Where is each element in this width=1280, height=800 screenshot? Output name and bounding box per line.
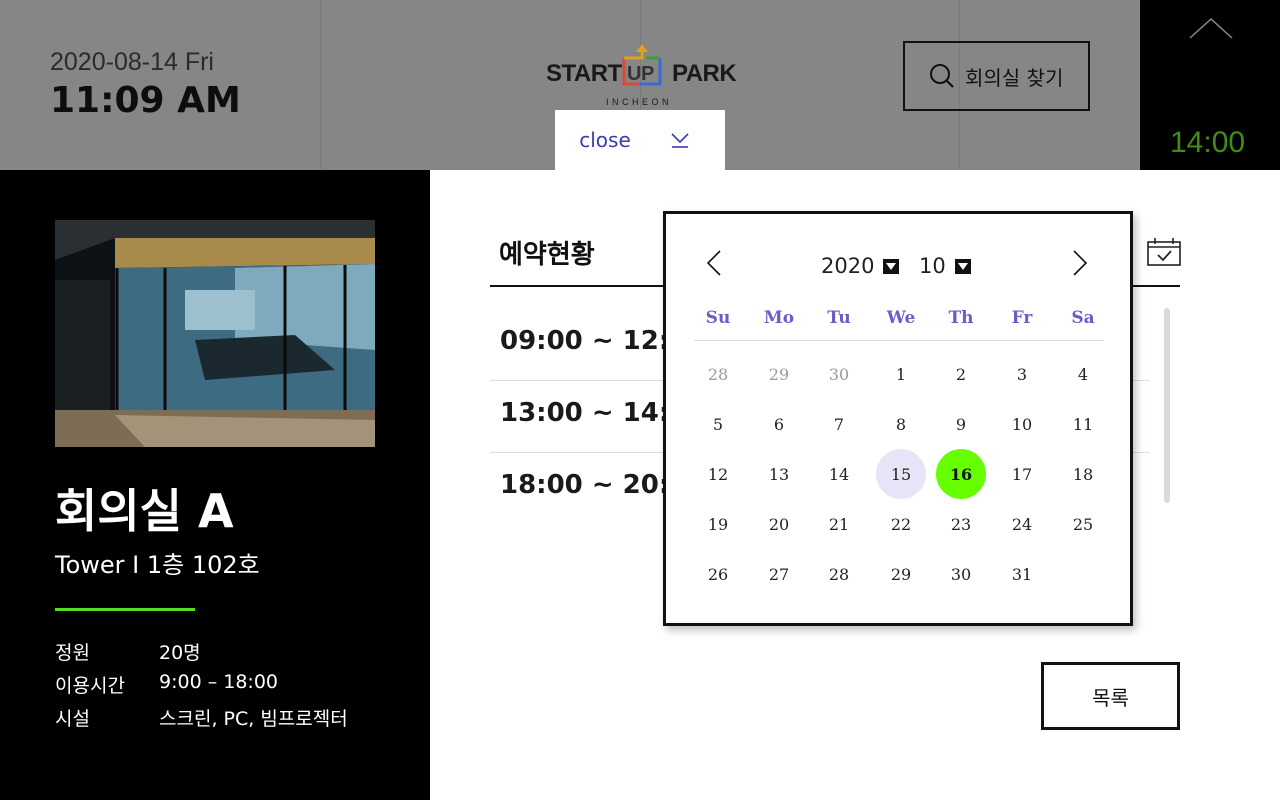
calendar-day[interactable]: 18 bbox=[1058, 449, 1108, 499]
calendar-day[interactable]: 13 bbox=[754, 449, 804, 499]
weekday-label: Th bbox=[948, 308, 974, 328]
weekday-label: Mo bbox=[763, 308, 795, 328]
calendar-day[interactable]: 21 bbox=[814, 499, 864, 549]
calendar-check-icon[interactable] bbox=[1147, 238, 1181, 266]
calendar-day[interactable]: 14 bbox=[814, 449, 864, 499]
caret-down-icon bbox=[954, 258, 971, 274]
calendar-day[interactable]: 22 bbox=[876, 499, 926, 549]
calendar-day[interactable]: 2 bbox=[936, 349, 986, 399]
room-photo bbox=[55, 220, 375, 447]
calendar-day[interactable]: 10 bbox=[997, 399, 1047, 449]
logo-subtitle: INCHEON bbox=[606, 97, 673, 107]
info-value: 9:00 – 18:00 bbox=[159, 671, 279, 693]
chevron-down-icon bbox=[671, 133, 689, 148]
calendar-divider bbox=[694, 340, 1104, 341]
reservation-title: 예약현황 bbox=[499, 240, 595, 270]
meeting-room-image bbox=[55, 220, 375, 447]
calendar-day[interactable]: 28 bbox=[814, 549, 864, 599]
room-location: Tower I 1층 102호 bbox=[55, 551, 260, 579]
month-select[interactable]: 10 bbox=[919, 254, 971, 278]
logo-word-up: UP bbox=[627, 63, 654, 85]
header: 2020-08-14 Fri 11:09 AM START UP PARK IN… bbox=[0, 0, 1140, 170]
find-room-label: 회의실 찾기 bbox=[965, 65, 1064, 90]
reservation-slot[interactable]: 18:00 ~ 20: bbox=[500, 470, 669, 500]
date-picker: 2020 10 Su Mo Tu We Th Fr Sa 28 29 30 1 2 3 4 5 6 7 8 9 10… bbox=[663, 211, 1133, 626]
calendar-day[interactable]: 8 bbox=[876, 399, 926, 449]
calendar-day[interactable]: 29 bbox=[876, 549, 926, 599]
caret-down-icon bbox=[883, 258, 900, 274]
month-value: 10 bbox=[919, 254, 946, 278]
info-key: 정원 bbox=[55, 642, 90, 664]
calendar-day[interactable]: 25 bbox=[1058, 499, 1108, 549]
find-room-button[interactable]: 회의실 찾기 bbox=[903, 41, 1090, 111]
info-key: 시설 bbox=[55, 708, 90, 730]
reservation-slot[interactable]: 09:00 ~ 12: bbox=[500, 326, 669, 356]
calendar-day[interactable]: 30 bbox=[814, 349, 864, 399]
logo-word-park: PARK bbox=[672, 60, 737, 87]
close-label: close bbox=[579, 128, 631, 152]
info-value: 20명 bbox=[159, 642, 201, 664]
chevron-up-icon[interactable] bbox=[1189, 18, 1233, 40]
close-tab-button[interactable]: close bbox=[555, 110, 725, 170]
weekday-label: We bbox=[886, 308, 916, 328]
prev-month-icon[interactable] bbox=[706, 250, 722, 276]
current-time: 11:09 AM bbox=[50, 80, 241, 121]
calendar-day[interactable]: 19 bbox=[693, 499, 743, 549]
calendar-day[interactable]: 30 bbox=[936, 549, 986, 599]
weekday-label: Sa bbox=[1071, 308, 1095, 328]
info-value: 스크린, PC, 빔프로젝터 bbox=[159, 708, 348, 730]
list-button[interactable]: 목록 bbox=[1041, 662, 1180, 730]
search-icon bbox=[930, 64, 954, 88]
calendar-day[interactable]: 11 bbox=[1058, 399, 1108, 449]
accent-divider bbox=[55, 608, 195, 611]
calendar-day[interactable]: 16 bbox=[936, 449, 986, 499]
reservation-slot[interactable]: 13:00 ~ 14: bbox=[500, 398, 669, 428]
logo-word-start: START bbox=[546, 60, 622, 87]
room-info-panel: 회의실 A Tower I 1층 102호 정원 20명 이용시간 9:00 –… bbox=[0, 170, 430, 800]
scrollbar[interactable] bbox=[1164, 308, 1170, 503]
calendar-day[interactable]: 23 bbox=[936, 499, 986, 549]
calendar-day[interactable]: 27 bbox=[754, 549, 804, 599]
calendar-day[interactable]: 20 bbox=[754, 499, 804, 549]
calendar-day[interactable]: 9 bbox=[936, 399, 986, 449]
calendar-day[interactable]: 15 bbox=[876, 449, 926, 499]
panel-time: 14:00 bbox=[1170, 126, 1246, 159]
header-divider bbox=[320, 0, 321, 170]
startup-park-logo: START UP PARK INCHEON bbox=[546, 44, 737, 110]
weekday-label: Tu bbox=[827, 308, 851, 328]
calendar-day[interactable]: 26 bbox=[693, 549, 743, 599]
calendar-day[interactable]: 4 bbox=[1058, 349, 1108, 399]
calendar-day[interactable]: 3 bbox=[997, 349, 1047, 399]
calendar-day[interactable]: 6 bbox=[754, 399, 804, 449]
calendar-day[interactable]: 1 bbox=[876, 349, 926, 399]
calendar-day[interactable]: 17 bbox=[997, 449, 1047, 499]
weekday-label: Su bbox=[705, 308, 731, 328]
info-key: 이용시간 bbox=[55, 675, 125, 697]
calendar-day[interactable]: 29 bbox=[754, 349, 804, 399]
year-select[interactable]: 2020 bbox=[821, 254, 900, 278]
calendar-day[interactable]: 24 bbox=[997, 499, 1047, 549]
current-date: 2020-08-14 Fri bbox=[50, 48, 214, 76]
calendar-day[interactable]: 31 bbox=[997, 549, 1047, 599]
room-name: 회의실 A bbox=[55, 484, 234, 538]
calendar-day[interactable]: 28 bbox=[693, 349, 743, 399]
calendar-day[interactable]: 12 bbox=[693, 449, 743, 499]
weekday-label: Fr bbox=[1011, 308, 1033, 328]
calendar-day[interactable]: 5 bbox=[693, 399, 743, 449]
year-value: 2020 bbox=[821, 254, 875, 278]
calendar-day[interactable]: 7 bbox=[814, 399, 864, 449]
next-month-icon[interactable] bbox=[1072, 250, 1088, 276]
